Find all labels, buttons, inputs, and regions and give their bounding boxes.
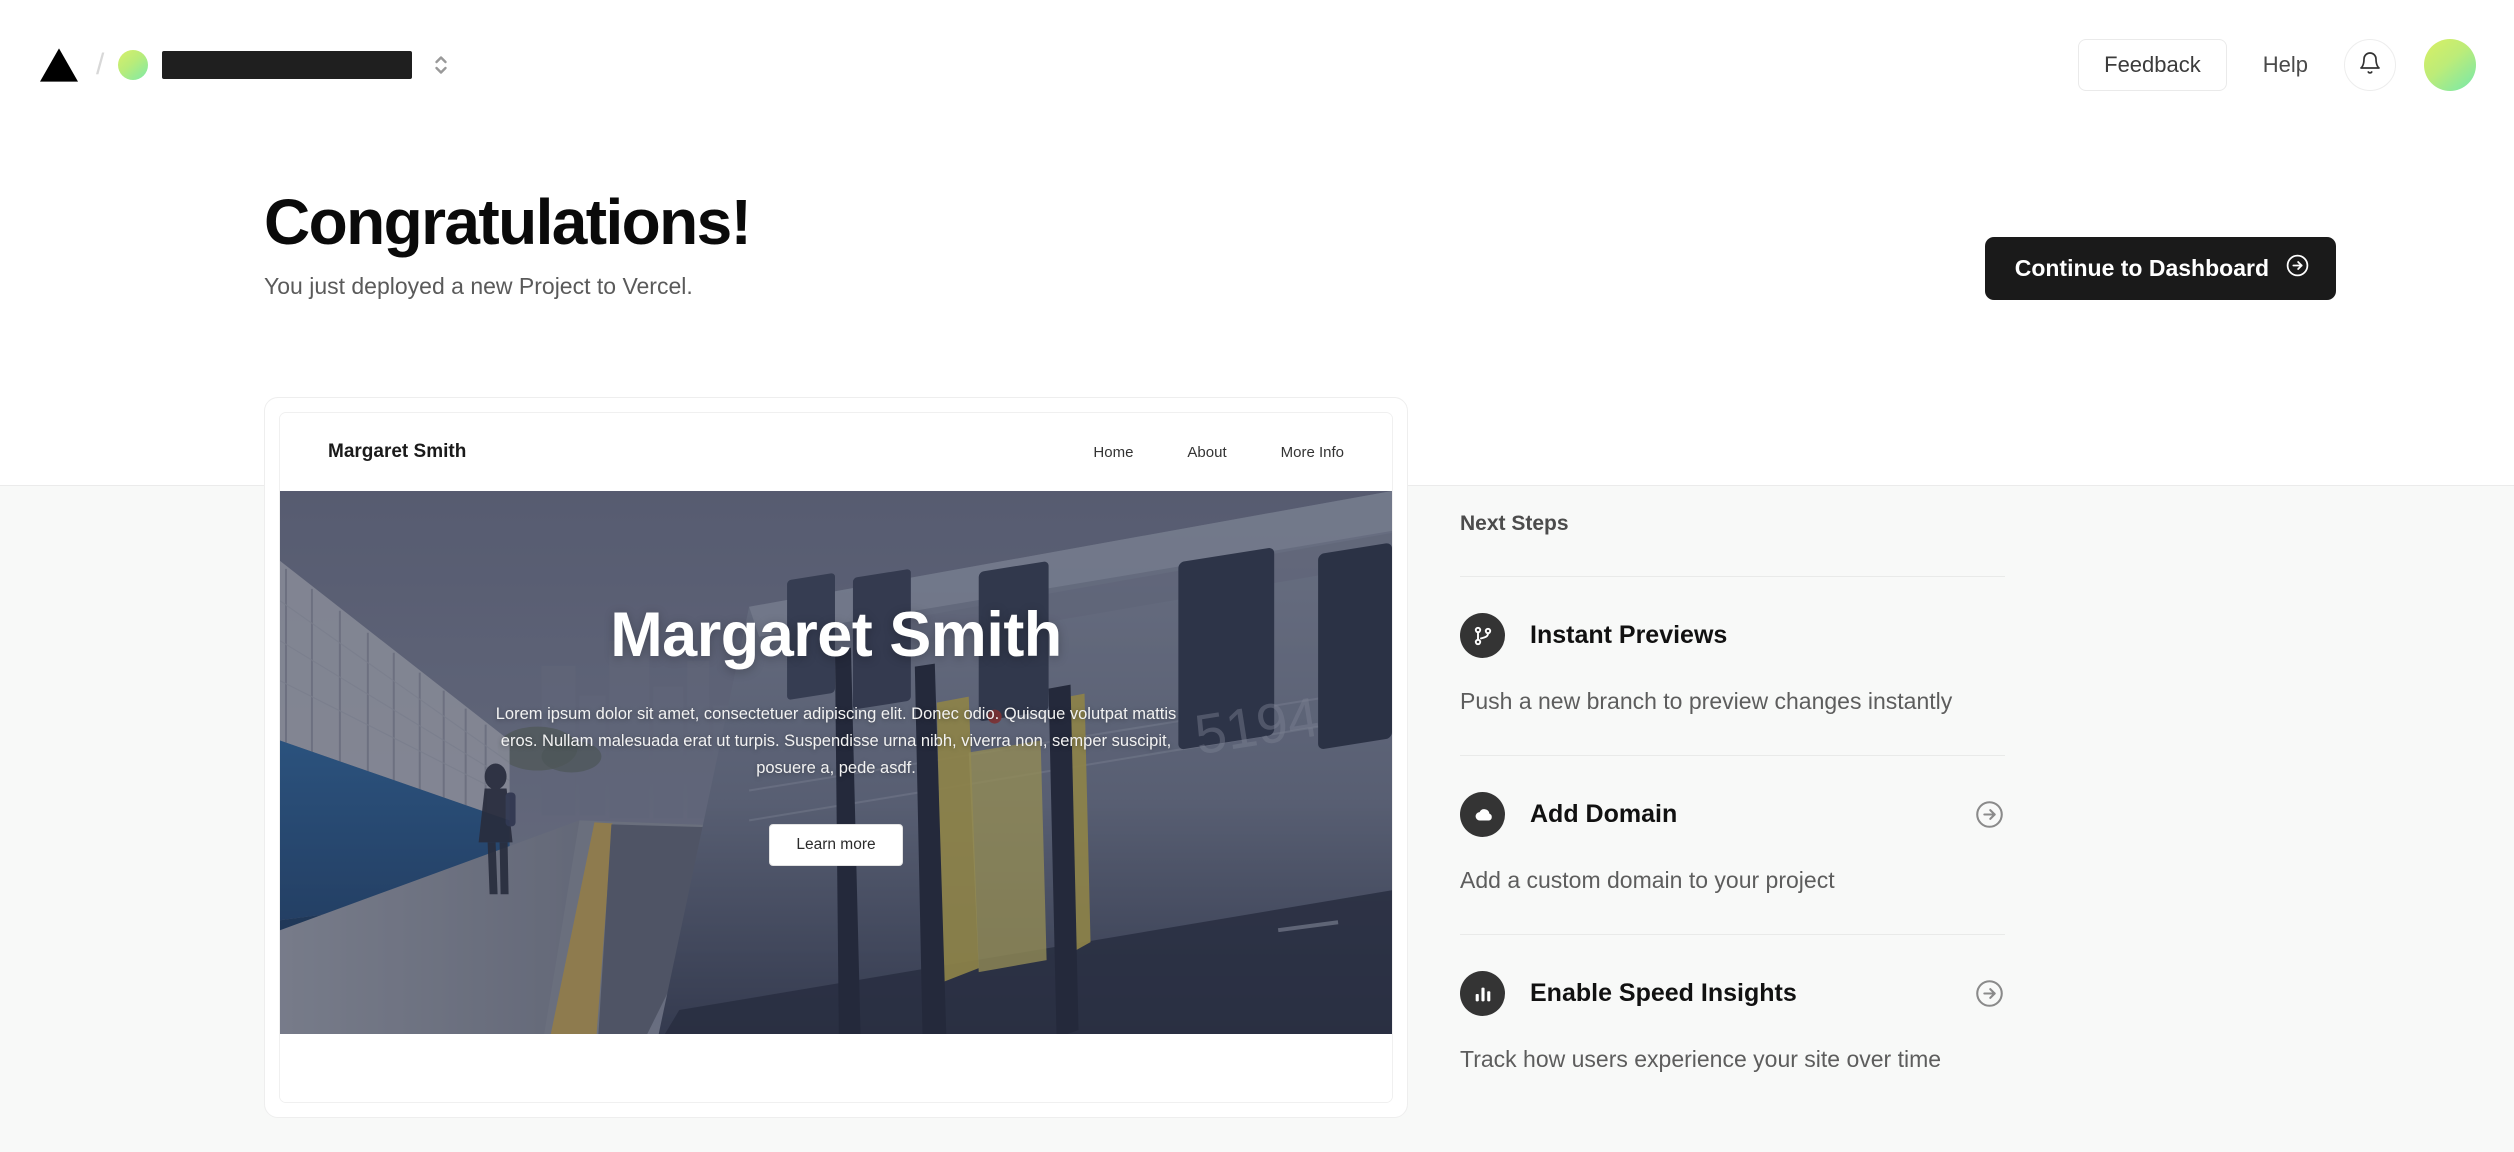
deployment-preview-card[interactable]: Margaret Smith Home About More Info 5194… — [264, 397, 1408, 1118]
continue-to-dashboard-button[interactable]: Continue to Dashboard — [1984, 237, 2336, 300]
feedback-button[interactable]: Feedback — [2078, 39, 2227, 91]
next-step-description: Push a new branch to preview changes ins… — [1460, 688, 1953, 714]
next-steps-title: Next Steps — [1460, 512, 1569, 535]
next-step-enable-speed-insights[interactable]: Enable Speed Insights Track how users ex… — [1460, 935, 2005, 1073]
top-navigation-actions: Feedback Help — [2078, 39, 2476, 91]
preview-hero-content: Margaret Smith Lorem ipsum dolor sit ame… — [280, 491, 1392, 1034]
next-step-instant-previews[interactable]: Instant Previews Push a new branch to pr… — [1460, 577, 2005, 715]
next-step-label: Enable Speed Insights — [1530, 979, 1797, 1007]
top-navigation-bar: / Feedback Help — [0, 0, 2514, 130]
breadcrumb: / — [40, 46, 452, 84]
page-subtitle: You just deployed a new Project to Verce… — [264, 273, 693, 300]
bar-chart-icon — [1460, 971, 1505, 1016]
preview-hero-image: 5194 Margaret Smith Lorem ipsum dolor si… — [280, 491, 1392, 1034]
preview-hero-paragraph: Lorem ipsum dolor sit amet, consectetuer… — [495, 705, 1177, 777]
preview-frame: Margaret Smith Home About More Info 5194… — [279, 412, 1393, 1103]
preview-site-nav-links: Home About More Info — [1093, 444, 1344, 461]
preview-nav-link-home[interactable]: Home — [1093, 444, 1133, 461]
preview-site-header: Margaret Smith Home About More Info — [280, 413, 1392, 491]
next-step-label: Instant Previews — [1530, 621, 1728, 649]
preview-nav-link-more-info[interactable]: More Info — [1281, 444, 1344, 461]
arrow-right-circle-icon[interactable] — [1974, 799, 2005, 830]
cloud-icon — [1460, 792, 1505, 837]
breadcrumb-separator: / — [96, 48, 105, 81]
next-step-header: Add Domain — [1460, 792, 2005, 837]
notifications-button[interactable] — [2344, 39, 2396, 91]
preview-hero-title: Margaret Smith — [610, 600, 1062, 671]
next-step-description: Add a custom domain to your project — [1460, 867, 1835, 893]
next-steps-panel: Next Steps Instant Previews Push a new b… — [1460, 512, 2005, 1073]
team-selector[interactable] — [116, 46, 452, 84]
page-title: Congratulations! — [264, 186, 752, 258]
help-link[interactable]: Help — [2263, 52, 2308, 78]
deployment-success-page: / Feedback Help Congratulations! You jus… — [0, 0, 2514, 1152]
preview-nav-link-about[interactable]: About — [1187, 444, 1226, 461]
next-step-header: Instant Previews — [1460, 613, 2005, 658]
user-avatar[interactable] — [2424, 39, 2476, 91]
next-step-header: Enable Speed Insights — [1460, 971, 2005, 1016]
arrow-right-circle-icon — [2285, 253, 2310, 284]
team-name-redacted — [162, 51, 413, 79]
preview-site-brand: Margaret Smith — [328, 441, 467, 462]
page-heading-block: Congratulations! You just deployed a new… — [264, 186, 752, 300]
git-branch-icon — [1460, 613, 1505, 658]
next-step-add-domain[interactable]: Add Domain Add a custom domain to your p… — [1460, 756, 2005, 894]
chevron-up-down-icon[interactable] — [426, 50, 450, 80]
preview-site-footer — [280, 1034, 1392, 1102]
next-step-label: Add Domain — [1530, 800, 1678, 828]
arrow-right-circle-icon[interactable] — [1974, 978, 2005, 1009]
learn-more-button[interactable]: Learn more — [769, 823, 903, 866]
continue-to-dashboard-label: Continue to Dashboard — [2014, 255, 2269, 281]
bell-icon — [2358, 51, 2382, 80]
next-step-description: Track how users experience your site ove… — [1460, 1046, 1942, 1072]
team-avatar-icon — [118, 50, 149, 80]
vercel-triangle-logo-icon[interactable] — [40, 48, 96, 82]
